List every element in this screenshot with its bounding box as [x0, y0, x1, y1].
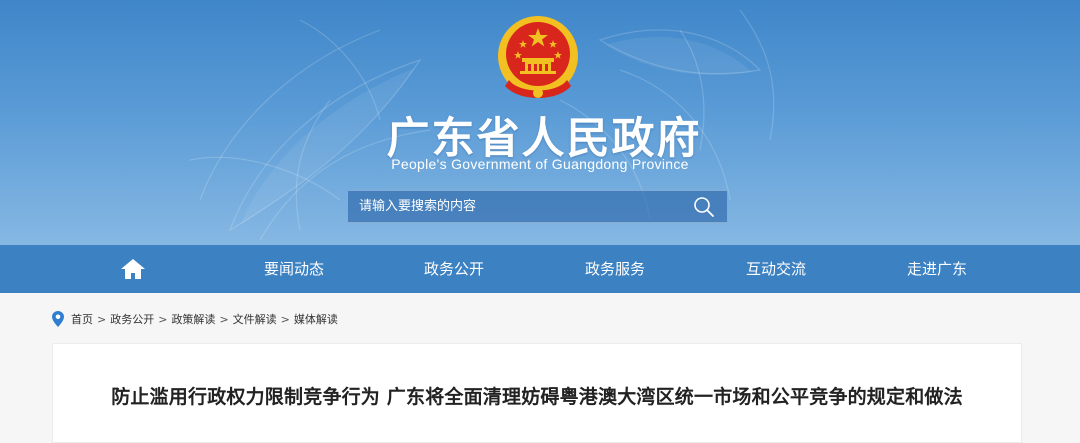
- breadcrumb-separator: >: [219, 312, 229, 326]
- header-banner: 广东省人民政府 People's Government of Guangdong…: [0, 0, 1080, 245]
- breadcrumb-policy-interpretation[interactable]: 政策解读: [171, 311, 215, 327]
- nav-item-open-affairs[interactable]: 政务公开: [405, 245, 503, 293]
- breadcrumb-separator: >: [280, 312, 290, 326]
- site-subtitle: People's Government of Guangdong Provinc…: [391, 156, 689, 172]
- breadcrumb-document-interpretation[interactable]: 文件解读: [233, 311, 277, 327]
- search-icon: [694, 196, 714, 217]
- breadcrumb-separator: >: [158, 312, 168, 326]
- location-pin-icon: [52, 311, 64, 327]
- home-icon[interactable]: [118, 257, 148, 281]
- breadcrumb-separator: >: [97, 312, 107, 326]
- breadcrumb: 首页 > 政务公开 > 政策解读 > 文件解读 > 媒体解读: [52, 310, 338, 328]
- nav-item-services[interactable]: 政务服务: [566, 245, 664, 293]
- breadcrumb-media-interpretation[interactable]: 媒体解读: [294, 311, 338, 327]
- nav-item-interaction[interactable]: 互动交流: [727, 245, 825, 293]
- national-emblem-icon: [498, 16, 578, 98]
- breadcrumb-home[interactable]: 首页: [71, 311, 93, 327]
- main-nav: 要闻动态 政务公开 政务服务 互动交流 走进广东: [0, 245, 1080, 293]
- article-title: 防止滥用行政权力限制竞争行为 广东将全面清理妨碍粤港澳大湾区统一市场和公平竞争的…: [111, 386, 963, 408]
- nav-item-news[interactable]: 要闻动态: [245, 245, 343, 293]
- nav-item-about-guangdong[interactable]: 走进广东: [888, 245, 986, 293]
- search-button[interactable]: [681, 191, 727, 222]
- search-box: [347, 190, 728, 223]
- search-input[interactable]: [348, 191, 681, 222]
- breadcrumb-open-affairs[interactable]: 政务公开: [110, 311, 154, 327]
- article-panel: 防止滥用行政权力限制竞争行为 广东将全面清理妨碍粤港澳大湾区统一市场和公平竞争的…: [52, 343, 1022, 443]
